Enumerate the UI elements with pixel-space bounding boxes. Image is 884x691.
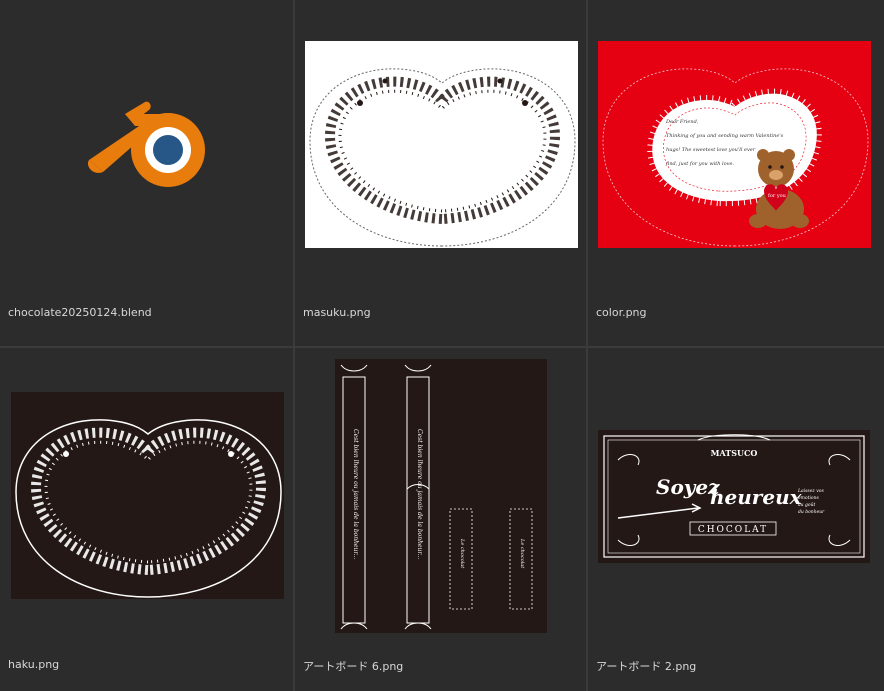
file-name[interactable]: color.png — [596, 306, 647, 319]
file-browser-grid: chocolate20250124.blend masuku.png Dear … — [0, 0, 884, 691]
image-thumbnail — [11, 392, 284, 599]
artboard2-side-line: Laissez vos — [797, 488, 824, 494]
file-tile-artboard6[interactable]: Cest bien lheure ou jamais de la bonheur… — [295, 348, 586, 691]
artboard2-side-line: au goût — [798, 501, 815, 508]
file-name[interactable]: haku.png — [8, 658, 59, 671]
artboard2-brand: MATSUCO — [711, 448, 758, 458]
image-thumbnail: Dear Friend, Thinking of you and sending… — [598, 41, 871, 248]
file-tile-blend[interactable]: chocolate20250124.blend — [0, 0, 293, 346]
color-message-line: Dear Friend, — [665, 119, 699, 125]
artboard2-script-line: heureux — [710, 485, 803, 509]
blender-logo-icon — [85, 92, 209, 194]
file-name[interactable]: masuku.png — [303, 306, 371, 319]
artboard2-side-line: du bonheur — [798, 509, 825, 515]
image-thumbnail — [305, 41, 578, 248]
image-thumbnail: Cest bien lheure ou jamais de la bonheur… — [335, 359, 547, 633]
file-tile-artboard2[interactable]: MATSUCO Soyez heureux CHOCOLAT Laissez v… — [588, 348, 884, 691]
artboard2-product: CHOCOLAT — [698, 525, 768, 535]
file-tile-haku[interactable]: haku.png — [0, 348, 293, 691]
teddy-badge-text: for you — [768, 193, 787, 199]
file-name[interactable]: アートボード 6.png — [303, 658, 403, 674]
file-name[interactable]: chocolate20250124.blend — [8, 306, 152, 319]
artboard6-vertical-text: Cest bien lheure ou jamais de la bonheur… — [416, 429, 423, 559]
color-message-line: Thinking of you and sending warm Valenti… — [666, 133, 784, 139]
artboard2-side-line: émotions — [798, 494, 819, 501]
file-tile-masuku[interactable]: masuku.png — [295, 0, 586, 346]
file-name[interactable]: アートボード 2.png — [596, 658, 696, 674]
artboard6-small-text: Le chocolat — [519, 538, 525, 569]
artboard6-vertical-text: Cest bien lheure ou jamais de la bonheur… — [352, 429, 359, 559]
image-thumbnail: MATSUCO Soyez heureux CHOCOLAT Laissez v… — [598, 430, 870, 563]
file-tile-color[interactable]: Dear Friend, Thinking of you and sending… — [588, 0, 884, 346]
color-message-line: find, just for you with love. — [665, 161, 734, 167]
color-message-line: hugs! The sweetest love you'll ever — [666, 147, 756, 153]
artboard6-small-text: Le chocolat — [459, 538, 465, 569]
